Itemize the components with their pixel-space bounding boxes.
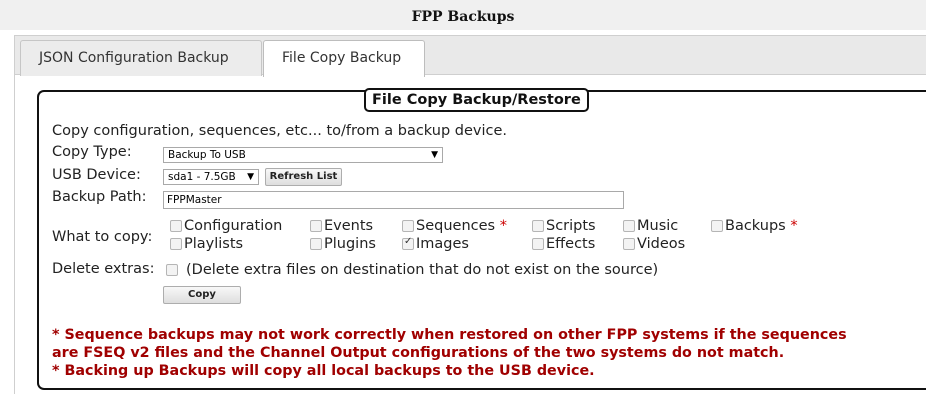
dropdown-arrow-icon: ▼ [431,150,438,160]
effects-option-label: Effects [546,236,596,252]
panel-legend: File Copy Backup/Restore [364,88,589,112]
backups-option-label: Backups * [725,218,798,234]
videos-option-label: Videos [637,236,686,252]
videos-checkbox[interactable] [623,238,635,250]
backups-checkbox[interactable] [711,220,723,232]
delete-extras-description: (Delete extra files on destination that … [186,262,659,278]
copy-button[interactable]: Copy [163,286,241,304]
delete-extras-label: Delete extras: [52,261,155,277]
panel-description: Copy configuration, sequences, etc... to… [52,123,507,139]
configuration-checkbox[interactable] [170,220,182,232]
required-asterisk: * [499,218,507,234]
images-option-label: Images [416,236,469,252]
events-checkbox[interactable] [310,220,322,232]
warning-note-line: are FSEQ v2 files and the Channel Output… [52,345,785,361]
plugins-option-label: Plugins [324,236,376,252]
sequences-checkbox[interactable] [402,220,414,232]
required-asterisk: * [790,218,798,234]
delete-extras-checkbox[interactable] [166,264,178,276]
configuration-option-label: Configuration [184,218,283,234]
plugins-checkbox[interactable] [310,238,322,250]
backup-path-input[interactable]: FPPMaster [163,191,624,209]
refresh-list-button[interactable]: Refresh List [265,168,342,186]
usb-device-value: sda1 - 7.5GB [168,171,236,183]
playlists-option-label: Playlists [184,236,244,252]
sequences-option-label: Sequences * [416,218,507,234]
scripts-checkbox[interactable] [532,220,544,232]
what-to-copy-label: What to copy: [52,229,153,245]
tab-json-configuration-backup[interactable]: JSON Configuration Backup [20,40,262,76]
copy-type-value: Backup To USB [168,149,246,161]
scripts-option-label: Scripts [546,218,596,234]
dropdown-arrow-icon: ▼ [247,172,254,182]
music-option-label: Music [637,218,679,234]
events-option-label: Events [324,218,374,234]
playlists-checkbox[interactable] [170,238,182,250]
warning-note-line: * Sequence backups may not work correctl… [52,327,847,343]
tab-bar: JSON Configuration Backup File Copy Back… [14,35,926,77]
tab-file-copy-backup[interactable]: File Copy Backup [263,40,425,77]
effects-checkbox[interactable] [532,238,544,250]
copy-type-select[interactable]: Backup To USB ▼ [163,147,443,163]
warning-note-line: * Backing up Backups will copy all local… [52,363,595,379]
page-title: FPP Backups [0,0,926,30]
backup-path-label: Backup Path: [52,189,147,205]
tab-content-border [14,75,15,394]
usb-device-select[interactable]: sda1 - 7.5GB ▼ [163,169,259,185]
usb-device-label: USB Device: [52,167,141,183]
warning-notes: * Sequence backups may not work correctl… [52,326,847,380]
copy-type-label: Copy Type: [52,144,132,160]
images-checkbox[interactable] [402,236,414,250]
music-checkbox[interactable] [623,220,635,232]
